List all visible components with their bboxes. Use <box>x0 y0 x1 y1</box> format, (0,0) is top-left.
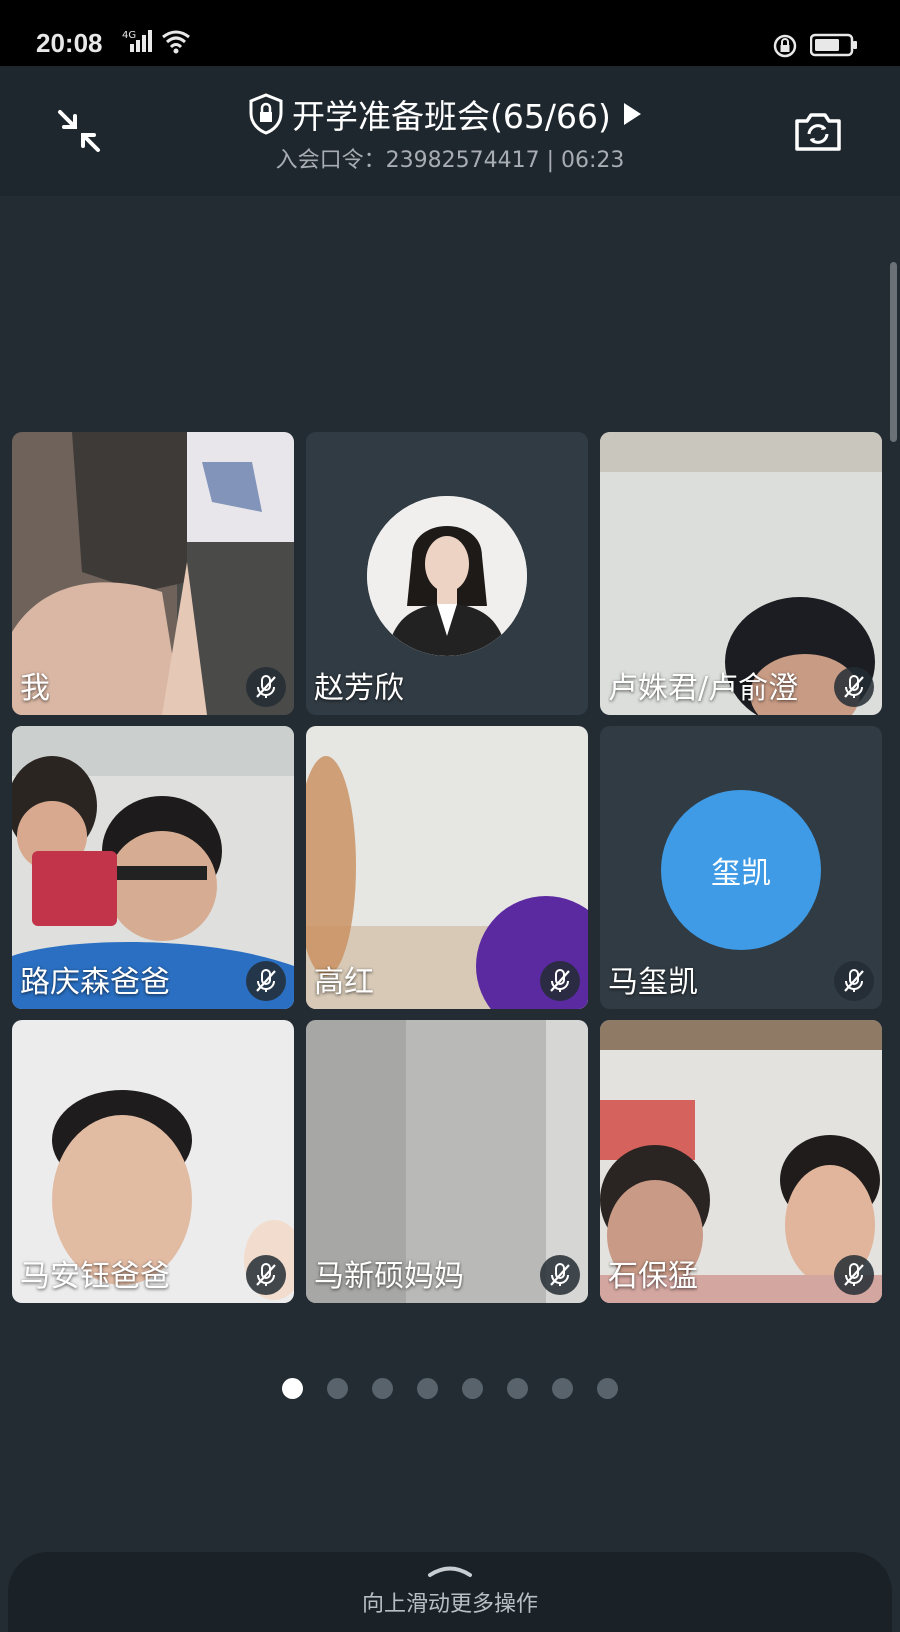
participant-tile[interactable]: 卢姝君/卢俞澄 <box>600 432 882 715</box>
battery-icon <box>810 33 857 57</box>
participant-tile-me[interactable]: 我 <box>12 432 294 715</box>
participant-name: 路庆森爸爸 <box>20 965 170 1000</box>
mic-muted-icon <box>246 961 286 1001</box>
switch-camera-icon[interactable] <box>793 108 843 154</box>
page-dot[interactable] <box>597 1378 618 1399</box>
scroll-indicator[interactable] <box>890 262 897 442</box>
page-dot-active[interactable] <box>282 1378 303 1399</box>
wifi-icon <box>162 30 190 54</box>
meeting-info: 入会口令：23982574417 | 06:23 <box>275 148 625 173</box>
page-indicator[interactable] <box>0 1378 900 1399</box>
mic-muted-icon <box>834 667 874 707</box>
meeting-title: 开学准备班会(65/66) <box>292 97 611 136</box>
participant-avatar: 玺凯 <box>661 790 821 950</box>
meeting-title-bar[interactable]: 开学准备班会(65/66) <box>248 92 643 136</box>
shield-lock-icon <box>249 93 283 135</box>
participant-name: 马安钰爸爸 <box>20 1259 170 1294</box>
participant-name: 马新硕妈妈 <box>314 1259 464 1294</box>
mic-muted-icon <box>540 961 580 1001</box>
chevron-up-icon[interactable] <box>426 1560 474 1578</box>
participant-name: 石保猛 <box>608 1259 698 1294</box>
mic-muted-icon <box>834 961 874 1001</box>
mic-muted-icon <box>246 1255 286 1295</box>
participant-name: 马玺凯 <box>608 965 698 1000</box>
swipe-up-hint: 向上滑动更多操作 <box>361 1592 538 1617</box>
participant-name: 我 <box>20 671 50 706</box>
status-time: 20:08 <box>36 28 103 58</box>
rotation-lock-icon <box>773 34 797 58</box>
page-dot[interactable] <box>327 1378 348 1399</box>
participant-name: 高红 <box>314 965 374 1000</box>
participant-tile[interactable]: 路庆森爸爸 <box>12 726 294 1009</box>
status-bar: 20:08 4G <box>0 0 900 66</box>
participant-tile[interactable]: 高红 <box>306 726 588 1009</box>
page-dot[interactable] <box>417 1378 438 1399</box>
participant-tile[interactable]: 玺凯 马玺凯 <box>600 726 882 1009</box>
participant-tile[interactable]: 马新硕妈妈 <box>306 1020 588 1303</box>
play-arrow-icon <box>623 103 641 125</box>
mic-muted-icon <box>540 1255 580 1295</box>
participant-tile[interactable]: 马安钰爸爸 <box>12 1020 294 1303</box>
participant-name: 赵芳欣 <box>314 671 404 706</box>
page-dot[interactable] <box>372 1378 393 1399</box>
participant-tile[interactable]: 石保猛 <box>600 1020 882 1303</box>
page-dot[interactable] <box>552 1378 573 1399</box>
page-dot[interactable] <box>507 1378 528 1399</box>
participant-avatar <box>367 496 527 656</box>
participant-name: 卢姝君/卢俞澄 <box>608 671 799 706</box>
page-dot[interactable] <box>462 1378 483 1399</box>
participant-tile[interactable]: 赵芳欣 <box>306 432 588 715</box>
mic-muted-icon <box>246 667 286 707</box>
signal-icon <box>130 30 152 52</box>
mic-muted-icon <box>834 1255 874 1295</box>
